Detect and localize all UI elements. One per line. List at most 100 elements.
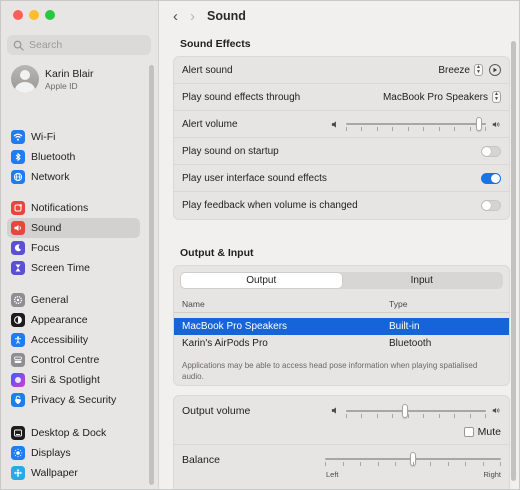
zoom-button[interactable]	[45, 10, 55, 20]
sidebar-item-label: Focus	[31, 242, 60, 254]
device-name: MacBook Pro Speakers	[182, 321, 288, 332]
ui-sounds-toggle[interactable]	[481, 172, 501, 184]
forward-chevron-icon[interactable]: ›	[190, 8, 195, 25]
slider-tick	[378, 462, 379, 466]
volume-feedback-toggle[interactable]	[481, 200, 501, 211]
main-scrollbar[interactable]	[511, 41, 516, 481]
slider-knob[interactable]	[476, 117, 482, 131]
displays-icon	[11, 446, 25, 460]
sidebar-item-control-centre[interactable]: Control Centre	[7, 350, 140, 370]
slider-tick	[423, 127, 424, 131]
alert-sound-popup[interactable]: Breeze ▲ ▼	[438, 64, 483, 76]
slider-tick	[408, 413, 409, 418]
device-table-header: Name Type	[174, 295, 509, 313]
speaker-low-icon	[331, 407, 336, 414]
toolbar: ‹ › Sound	[159, 1, 519, 31]
balance-label: Balance	[182, 454, 220, 466]
sidebar-item-label: Screen Time	[31, 262, 90, 274]
sidebar-item-label: Privacy & Security	[31, 394, 117, 406]
sidebar-item-label: Bluetooth	[31, 151, 76, 163]
slider-tick	[454, 127, 455, 131]
sidebar-item-notifications[interactable]: Notifications	[7, 198, 140, 218]
startup-sound-toggle[interactable]	[481, 145, 501, 157]
play-alert-button[interactable]	[489, 64, 501, 76]
slider-tick	[346, 127, 347, 131]
slider-tick	[423, 413, 424, 418]
sidebar-item-general[interactable]: General	[7, 290, 140, 310]
slider-tick	[377, 413, 378, 418]
sidebar-item-wifi[interactable]: Wi-Fi	[7, 127, 140, 147]
privacy-icon	[11, 393, 25, 407]
sidebar-item-label: Siri & Spotlight	[31, 374, 100, 386]
alert-volume-slider[interactable]	[331, 117, 501, 131]
slider-tick	[448, 462, 449, 466]
balance-slider[interactable]	[325, 452, 501, 466]
table-row[interactable]: MacBook Pro Speakers Built-in	[174, 318, 509, 335]
sidebar-item-appearance[interactable]: Appearance	[7, 310, 140, 330]
output-volume-label: Output volume	[182, 405, 251, 417]
sidebar-item-sound[interactable]: Sound	[7, 218, 140, 238]
sidebar-item-siri-spotlight[interactable]: Siri & Spotlight	[7, 370, 140, 390]
sound-effects-heading: Sound Effects	[180, 38, 251, 50]
speaker-low-icon	[331, 120, 336, 128]
tab-input[interactable]: Input	[342, 273, 503, 288]
output-input-card: Output Input Name Type MacBook Pro Speak…	[173, 265, 510, 386]
alert-sound-value: Breeze	[438, 64, 470, 76]
table-row[interactable]: Karin's AirPods Pro Bluetooth	[174, 335, 509, 352]
alert-sound-label: Alert sound	[182, 64, 233, 76]
sidebar-group-display: Desktop & Dock Displays Wallpaper	[7, 423, 140, 483]
search-input[interactable]: Search	[7, 35, 151, 55]
ui-sounds-row: Play user interface sound effects	[174, 165, 509, 192]
mute-checkbox[interactable]	[463, 427, 474, 437]
apple-id-account[interactable]: Karin Blair Apple ID	[11, 65, 93, 93]
spatial-audio-note: Applications may be able to access head …	[182, 361, 478, 381]
slider-track	[346, 403, 486, 418]
sidebar-item-wallpaper[interactable]: Wallpaper	[7, 463, 140, 483]
account-name: Karin Blair	[45, 67, 94, 80]
play-through-row: Play sound effects through MacBook Pro S…	[174, 84, 509, 111]
ui-sounds-label: Play user interface sound effects	[182, 172, 327, 184]
sidebar-group-system: General Appearance Accessibility Control…	[7, 290, 140, 410]
name-column-header[interactable]: Name	[174, 299, 389, 309]
slider-tick	[392, 127, 393, 131]
output-input-segmented-control: Output Input	[180, 272, 503, 289]
slider-tick	[395, 462, 396, 466]
slider-tick	[413, 462, 414, 466]
sidebar-scrollbar[interactable]	[149, 65, 154, 485]
slider-track	[346, 117, 486, 131]
slider-tick	[470, 413, 471, 418]
sidebar-item-focus[interactable]: Focus	[7, 238, 140, 258]
sidebar-item-label: Desktop & Dock	[31, 427, 107, 439]
siri-icon	[11, 373, 25, 387]
sidebar-item-desktop-dock[interactable]: Desktop & Dock	[7, 423, 140, 443]
play-through-popup[interactable]: MacBook Pro Speakers ▲ ▼	[383, 91, 501, 103]
speaker-high-icon	[492, 407, 500, 414]
slider-tick	[408, 127, 409, 131]
play-through-label: Play sound effects through	[182, 91, 301, 103]
desktop-dock-icon	[11, 426, 25, 440]
settings-window: Search Karin Blair Apple ID Wi-Fi Blueto…	[0, 0, 520, 490]
minimize-button[interactable]	[29, 10, 39, 20]
sidebar-item-label: Wallpaper	[31, 467, 78, 479]
sidebar-item-privacy-security[interactable]: Privacy & Security	[7, 390, 140, 410]
tab-output[interactable]: Output	[181, 273, 342, 288]
sidebar-item-label: Network	[31, 171, 70, 183]
window-controls	[13, 10, 55, 20]
sidebar-item-screen-time[interactable]: Screen Time	[7, 258, 140, 278]
sidebar: Search Karin Blair Apple ID Wi-Fi Blueto…	[1, 1, 159, 489]
back-chevron-icon[interactable]: ‹	[173, 8, 178, 25]
mute-checkbox-group[interactable]: Mute	[463, 426, 501, 438]
sidebar-item-accessibility[interactable]: Accessibility	[7, 330, 140, 350]
sound-icon	[11, 221, 25, 235]
slider-tick	[325, 462, 326, 466]
output-volume-slider[interactable]	[331, 403, 501, 418]
close-button[interactable]	[13, 10, 23, 20]
sidebar-item-network[interactable]: Network	[7, 167, 140, 187]
type-column-header[interactable]: Type	[389, 299, 509, 309]
alert-sound-row: Alert sound Breeze ▲ ▼	[174, 57, 509, 84]
sidebar-item-label: Accessibility	[31, 334, 89, 346]
balance-left-label: Left	[326, 470, 339, 479]
account-subtitle: Apple ID	[45, 80, 78, 91]
sidebar-item-bluetooth[interactable]: Bluetooth	[7, 147, 140, 167]
sidebar-item-displays[interactable]: Displays	[7, 443, 140, 463]
